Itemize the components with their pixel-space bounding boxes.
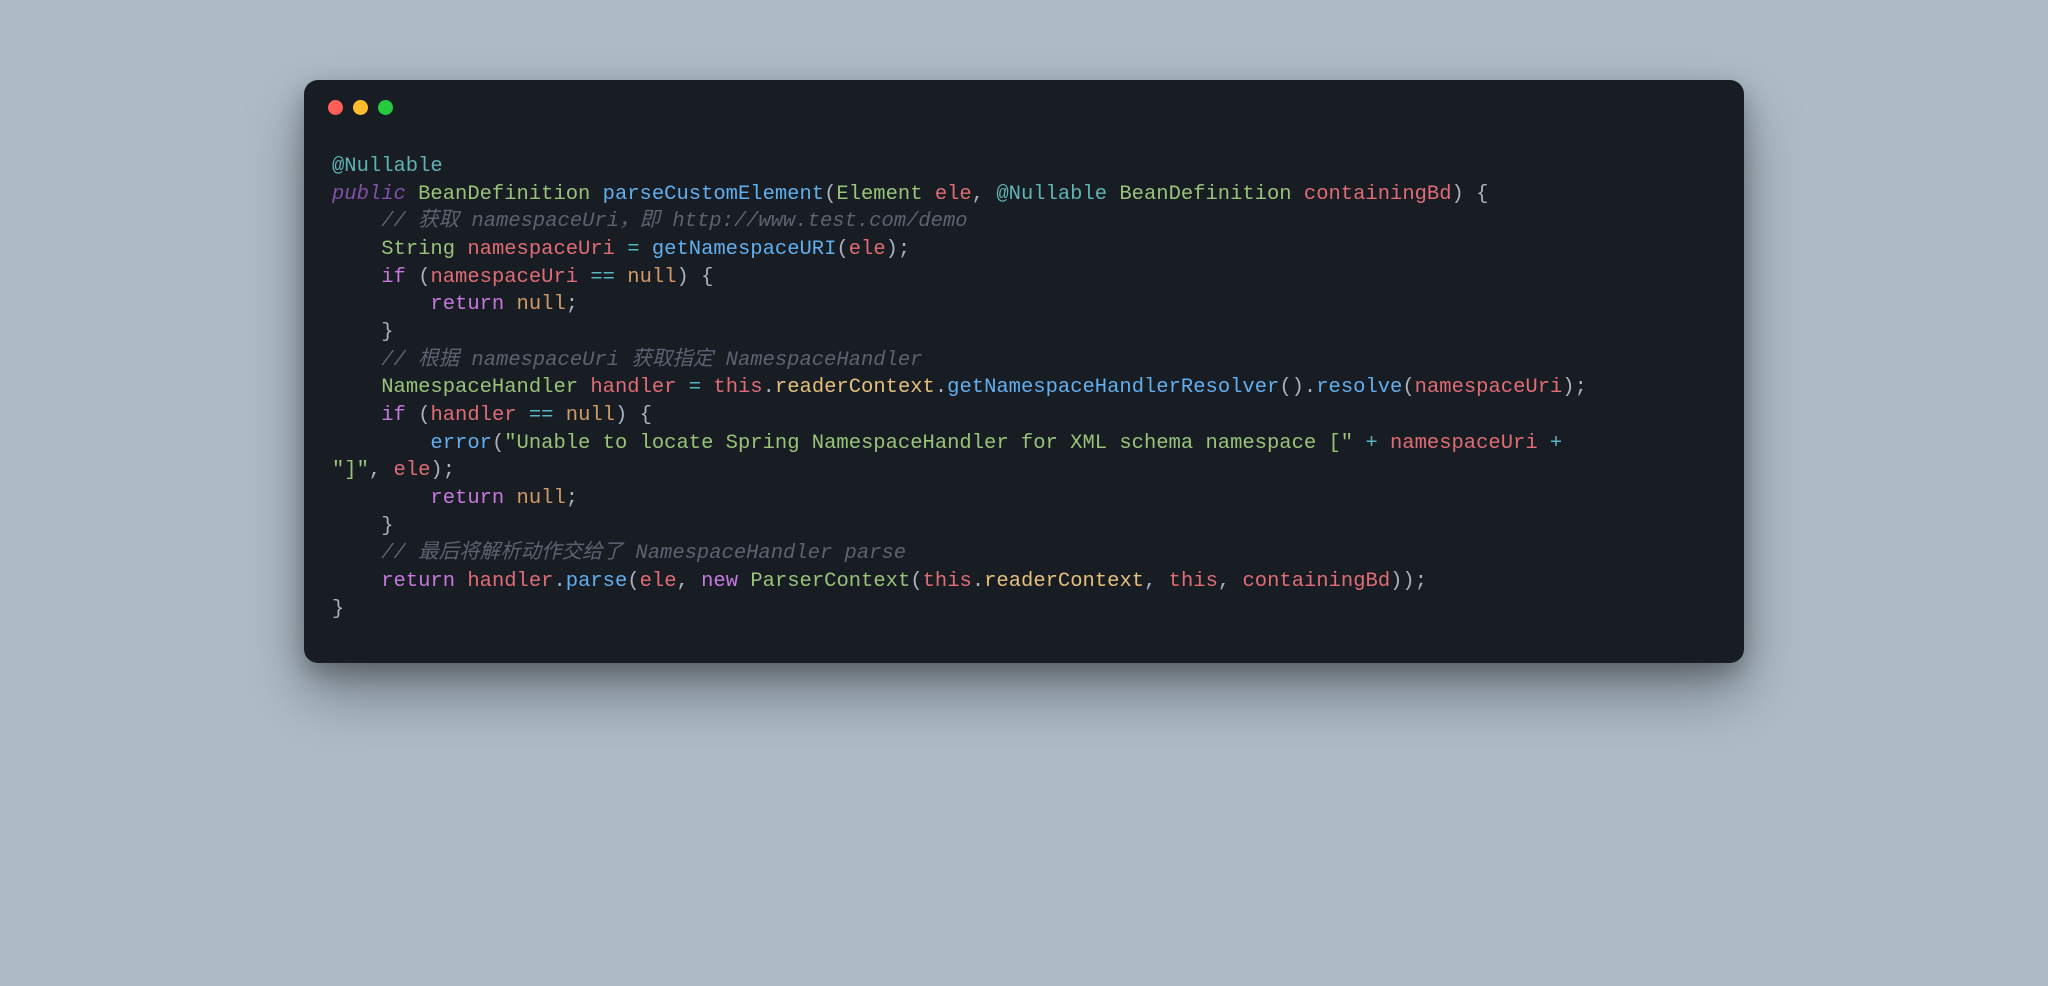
paren: ( <box>1402 376 1414 399</box>
arg: ele <box>849 238 886 261</box>
operator: + <box>1353 432 1390 455</box>
comma: , <box>1218 570 1243 593</box>
semicolon: ; <box>566 487 578 510</box>
variable: handler <box>430 404 516 427</box>
string-literal: "Unable to locate Spring NamespaceHandle… <box>504 432 1353 455</box>
code-content[interactable]: @Nullable public BeanDefinition parseCus… <box>304 115 1744 663</box>
variable: handler <box>590 376 676 399</box>
dot: . <box>972 570 984 593</box>
indent <box>332 238 381 261</box>
comment: // 最后将解析动作交给了 NamespaceHandler parse <box>332 542 906 565</box>
parens-dot: (). <box>1279 376 1316 399</box>
keyword-new: new <box>701 570 750 593</box>
paren: ( <box>824 183 836 206</box>
operator: + <box>1538 432 1575 455</box>
semicolon: ); <box>430 459 455 482</box>
keyword-public: public <box>332 183 418 206</box>
keyword-return: return <box>430 487 516 510</box>
constructor: ParserContext <box>750 570 910 593</box>
paren: ( <box>627 570 639 593</box>
return-type: BeanDefinition <box>418 183 603 206</box>
paren: ( <box>836 238 848 261</box>
parens-semicolon: )); <box>1390 570 1427 593</box>
param-name: containingBd <box>1304 183 1452 206</box>
arg: containingBd <box>1243 570 1391 593</box>
arg: ele <box>640 570 677 593</box>
type: NamespaceHandler <box>381 376 590 399</box>
indent <box>332 432 430 455</box>
method-call: parse <box>566 570 628 593</box>
dot: . <box>935 376 947 399</box>
arg: ele <box>394 459 431 482</box>
operator: == <box>517 404 566 427</box>
operator: == <box>578 266 627 289</box>
method-call: error <box>430 432 492 455</box>
window-titlebar <box>304 80 1744 115</box>
paren-brace: ) { <box>677 266 714 289</box>
variable: namespaceUri <box>467 238 615 261</box>
dot: . <box>553 570 565 593</box>
semicolon: ); <box>1562 376 1587 399</box>
variable: namespaceUri <box>1390 432 1538 455</box>
indent <box>332 266 381 289</box>
indent <box>332 487 430 510</box>
paren: ( <box>418 404 430 427</box>
paren-brace: ) { <box>1452 183 1489 206</box>
null-literal: null <box>517 487 566 510</box>
type: String <box>381 238 467 261</box>
arg: namespaceUri <box>1415 376 1563 399</box>
dot: . <box>763 376 775 399</box>
method-name: parseCustomElement <box>603 183 824 206</box>
keyword-return: return <box>430 293 516 316</box>
paren: ( <box>492 432 504 455</box>
comma: , <box>972 183 997 206</box>
code-window: @Nullable public BeanDefinition parseCus… <box>304 80 1744 663</box>
indent <box>332 404 381 427</box>
null-literal: null <box>517 293 566 316</box>
null-literal: null <box>627 266 676 289</box>
brace: } <box>332 321 394 344</box>
annotation: @Nullable <box>332 155 443 178</box>
variable: handler <box>467 570 553 593</box>
semicolon: ; <box>566 293 578 316</box>
indent <box>332 293 430 316</box>
this-keyword: this <box>1169 570 1218 593</box>
comma: , <box>369 459 394 482</box>
close-icon[interactable] <box>328 100 343 115</box>
param-name: ele <box>935 183 972 206</box>
null-literal: null <box>566 404 615 427</box>
property: readerContext <box>984 570 1144 593</box>
semicolon: ); <box>886 238 911 261</box>
brace: } <box>332 598 344 621</box>
param-type: BeanDefinition <box>1107 183 1304 206</box>
paren: ( <box>418 266 430 289</box>
operator: = <box>615 238 652 261</box>
comment: // 根据 namespaceUri 获取指定 NamespaceHandler <box>332 349 922 372</box>
string-literal: "]" <box>332 459 369 482</box>
paren-brace: ) { <box>615 404 652 427</box>
param-type: Element <box>836 183 934 206</box>
minimize-icon[interactable] <box>353 100 368 115</box>
method-call: getNamespaceURI <box>652 238 837 261</box>
method-call: resolve <box>1316 376 1402 399</box>
variable: namespaceUri <box>430 266 578 289</box>
this-keyword: this <box>713 376 762 399</box>
method-call: getNamespaceHandlerResolver <box>947 376 1279 399</box>
paren: ( <box>910 570 922 593</box>
property: readerContext <box>775 376 935 399</box>
comment: // 获取 namespaceUri，即 http://www.test.com… <box>332 210 968 233</box>
this-keyword: this <box>923 570 972 593</box>
indent <box>332 570 381 593</box>
keyword-if: if <box>381 266 418 289</box>
keyword-return: return <box>381 570 467 593</box>
maximize-icon[interactable] <box>378 100 393 115</box>
comma: , <box>1144 570 1169 593</box>
comma: , <box>677 570 702 593</box>
brace: } <box>332 515 394 538</box>
operator: = <box>676 376 713 399</box>
keyword-if: if <box>381 404 418 427</box>
annotation: @Nullable <box>996 183 1107 206</box>
indent <box>332 376 381 399</box>
